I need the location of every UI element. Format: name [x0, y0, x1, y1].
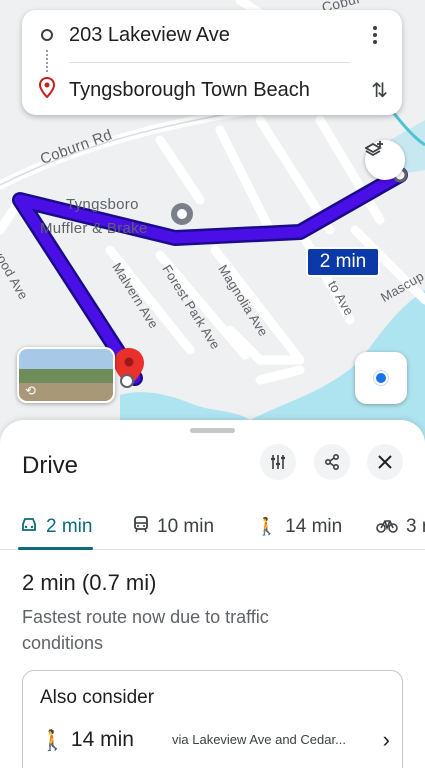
share-icon: [324, 453, 340, 471]
route-description: Fastest route now due to traffic conditi…: [22, 607, 269, 653]
walk-icon: 🚶: [40, 729, 65, 752]
active-tab-indicator: [18, 547, 93, 550]
origin-row[interactable]: 203 Lakeview Ave: [22, 10, 402, 60]
route-time-badge[interactable]: 2 min: [306, 247, 380, 277]
tab-walk-label: 14 min: [285, 516, 343, 537]
street-view-thumbnail[interactable]: ⟲: [17, 347, 115, 403]
bike-icon: [376, 517, 398, 538]
share-button[interactable]: [314, 444, 350, 480]
tab-transit-label: 10 min: [157, 516, 215, 537]
layers-button[interactable]: [365, 140, 405, 180]
origin-field[interactable]: 203 Lakeview Ave: [69, 24, 230, 47]
layers-icon: [365, 141, 383, 157]
car-icon: [20, 517, 38, 538]
tab-bike[interactable]: 3 r: [376, 504, 425, 550]
more-options-icon[interactable]: [366, 26, 384, 46]
destination-pin-icon: [39, 77, 55, 99]
sliders-icon: [271, 455, 285, 469]
travel-mode-tabs: 2 min 10 min 🚶 14 min 3: [0, 504, 425, 550]
tab-bike-label: 3 r: [406, 516, 425, 537]
destination-field[interactable]: Tyngsborough Town Beach: [69, 79, 310, 102]
origin-circle-icon: [41, 29, 53, 41]
poi-label-line1: Tyngsboro: [66, 196, 139, 213]
divider: [69, 62, 350, 63]
location-dot-icon: [374, 371, 388, 385]
tab-drive-label: 2 min: [46, 516, 93, 537]
transit-icon: [133, 516, 149, 538]
tab-walk[interactable]: 🚶 14 min: [256, 504, 342, 550]
route-options-button[interactable]: [260, 444, 296, 480]
alternative-via: via Lakeview Ave and Cedar...: [172, 732, 346, 747]
tab-transit[interactable]: 10 min: [133, 504, 214, 550]
also-consider-card[interactable]: Also consider 🚶 14 min via Lakeview Ave …: [22, 670, 403, 768]
street-view-icon: ⟲: [25, 383, 36, 398]
also-consider-title: Also consider: [40, 687, 155, 708]
directions-card: 203 Lakeview Ave Tyngsborough Town Beach…: [22, 10, 402, 115]
sheet-title: Drive: [22, 452, 79, 479]
my-location-button[interactable]: [355, 352, 407, 404]
poi-label-line2: Muffler & Brake: [40, 220, 148, 237]
directions-sheet: Drive 2 min 10 min 🚶 14 min 3 2 min (0.7…: [0, 420, 425, 768]
alternative-route-row[interactable]: 🚶 14 min via Lakeview Ave and Cedar... ›: [40, 725, 390, 755]
alternative-time: 14 min: [70, 728, 134, 751]
swap-icon[interactable]: ⇅: [371, 78, 388, 103]
walk-icon: 🚶: [256, 517, 278, 536]
destination-row[interactable]: Tyngsborough Town Beach: [22, 65, 402, 115]
close-icon: [378, 455, 392, 469]
tab-drive[interactable]: 2 min: [20, 504, 92, 550]
chevron-right-icon[interactable]: ›: [383, 727, 390, 753]
close-button[interactable]: [367, 444, 403, 480]
drag-handle[interactable]: [190, 428, 235, 433]
route-summary: 2 min (0.7 mi): [22, 570, 157, 595]
